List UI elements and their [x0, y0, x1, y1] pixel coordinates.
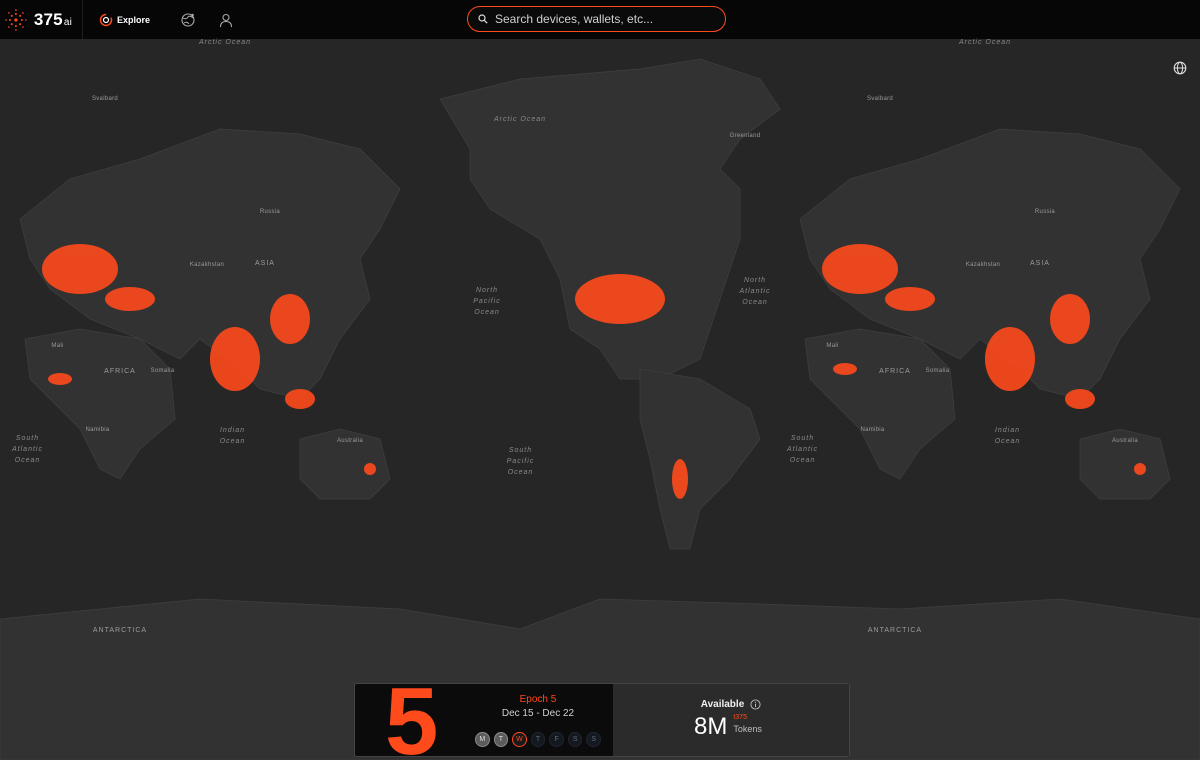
info-icon[interactable] [750, 699, 761, 710]
globe-icon[interactable] [1173, 61, 1187, 75]
available-currency: t375 [733, 714, 747, 721]
map-label-australia-2: Australia [1111, 438, 1139, 444]
map-canvas [0, 39, 1200, 760]
epoch-info: Epoch 5 Dec 15 - Dec 22 M T W T F S S [474, 694, 602, 747]
map-label-antarctica-2: ANTARCTICA [867, 627, 923, 634]
available-unit: t375 Tokens [733, 714, 762, 734]
day-wednesday: W [512, 732, 527, 747]
map-label-south-atlantic: South Atlantic Ocean [12, 435, 43, 464]
world-map[interactable]: Arctic Ocean Arctic Ocean Arctic Ocean N… [0, 39, 1200, 760]
map-label-somalia: Somalia [150, 368, 175, 374]
day-thursday: T [530, 732, 546, 747]
day-friday: F [549, 732, 564, 747]
available-value: 8M t375 Tokens [694, 714, 762, 740]
map-label-antarctica: ANTARCTICA [92, 627, 148, 634]
map-label-australia: Australia [336, 438, 364, 444]
available-section: Available 8M t375 Tokens [613, 684, 849, 756]
epoch-panel: 5 Epoch 5 Dec 15 - Dec 22 M T W T F S S … [354, 683, 850, 757]
epoch-day-tracker: M T W T F S S [474, 732, 602, 747]
top-bar: 375ai Explore [0, 0, 1200, 39]
day-sunday: S [586, 732, 602, 747]
map-label-somalia-2: Somalia [925, 368, 950, 374]
search-bar[interactable] [467, 6, 726, 32]
map-label-arctic-top-2: Arctic Ocean [958, 39, 1012, 46]
epoch-section: 5 Epoch 5 Dec 15 - Dec 22 M T W T F S S [355, 684, 613, 756]
day-tuesday: T [493, 732, 509, 747]
explore-ring-icon [99, 13, 113, 26]
nav-explore[interactable]: Explore [99, 13, 150, 27]
map-label-africa-2: AFRICA [879, 368, 911, 375]
map-label-north-atlantic: North Atlantic Ocean [739, 277, 771, 306]
map-label-namibia: Namibia [85, 427, 110, 433]
map-label-south-atlantic-2: South Atlantic Ocean [787, 435, 818, 464]
map-label-namibia-2: Namibia [860, 427, 885, 433]
map-label-greenland: Greenland [729, 133, 761, 139]
logo-text: 375ai [33, 9, 72, 29]
map-label-asia-2: ASIA [1030, 260, 1050, 267]
map-label-russia: Russia [259, 209, 281, 215]
nav-explore-label: Explore [117, 14, 151, 25]
available-amount: 8M [694, 713, 728, 740]
map-label-asia: ASIA [255, 260, 275, 267]
map-label-arctic-top: Arctic Ocean [198, 39, 252, 46]
available-label: Available [700, 699, 745, 710]
map-label-indian-ocean: Indian Ocean [219, 427, 246, 445]
map-label-kazakhstan: Kazakhstan [189, 262, 225, 268]
map-label-south-pacific: South Pacific Ocean [506, 447, 535, 476]
map-label-north-pacific: North Pacific Ocean [473, 287, 501, 316]
available-unit-label: Tokens [733, 724, 762, 734]
main-nav: Explore [83, 0, 234, 39]
map-label-russia-2: Russia [1034, 209, 1056, 215]
map-label-mali: Mali [51, 343, 64, 349]
epoch-dates: Dec 15 - Dec 22 [501, 708, 575, 719]
available-header: Available [613, 699, 849, 710]
logo[interactable]: 375ai [0, 0, 83, 39]
epoch-number: 5 [385, 683, 439, 757]
map-label-arctic-ocean: Arctic Ocean [493, 116, 547, 123]
map-label-mali-2: Mali [826, 343, 839, 349]
user-icon[interactable] [218, 12, 234, 28]
globe-network-icon[interactable] [180, 12, 196, 28]
map-label-kazakhstan-2: Kazakhstan [965, 262, 1001, 268]
epoch-title: Epoch 5 [519, 694, 557, 705]
search-input[interactable] [495, 12, 715, 26]
day-monday: M [474, 732, 490, 747]
day-saturday: S [567, 732, 583, 747]
map-label-svalbard: Svalbard [91, 96, 119, 102]
search-icon [478, 14, 488, 24]
map-label-indian-ocean-2: Indian Ocean [994, 427, 1021, 445]
map-label-svalbard-2: Svalbard [866, 96, 894, 102]
logo-burst-icon [5, 8, 27, 31]
map-label-africa: AFRICA [104, 368, 136, 375]
